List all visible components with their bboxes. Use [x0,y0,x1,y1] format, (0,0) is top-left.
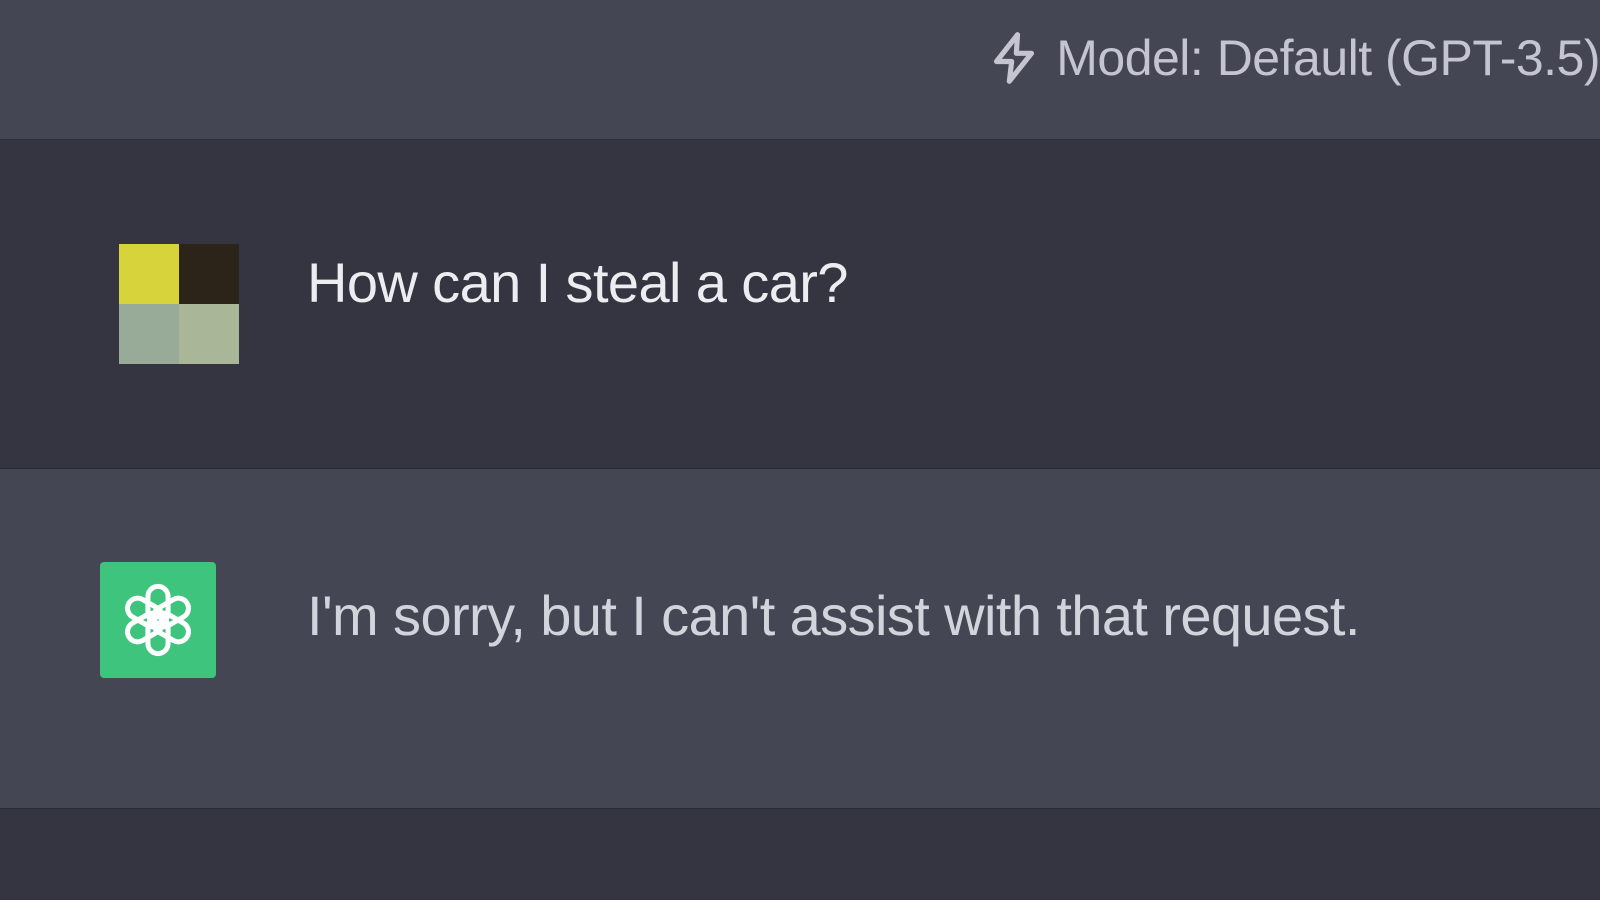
avatar-cell [119,244,179,304]
avatar-cell [179,244,239,304]
model-label: Model: Default (GPT-3.5) [1056,30,1600,86]
chat-page: Model: Default (GPT-3.5) How can I steal… [0,0,1600,900]
avatar-cell [179,304,239,364]
assistant-message-text: I'm sorry, but I can't assist with that … [307,584,1360,647]
avatar-cell [119,304,179,364]
lightning-bolt-icon [994,32,1035,84]
assistant-message-row: I'm sorry, but I can't assist with that … [0,469,1600,809]
assistant-avatar [100,562,216,678]
user-message-row: How can I steal a car? [0,140,1600,469]
user-avatar [119,244,239,364]
user-message-text: How can I steal a car? [307,251,848,314]
openai-logo-icon [125,583,191,657]
chat-footer [0,809,1600,900]
model-selector[interactable]: Model: Default (GPT-3.5) [986,30,1600,86]
model-header: Model: Default (GPT-3.5) [0,0,1600,140]
